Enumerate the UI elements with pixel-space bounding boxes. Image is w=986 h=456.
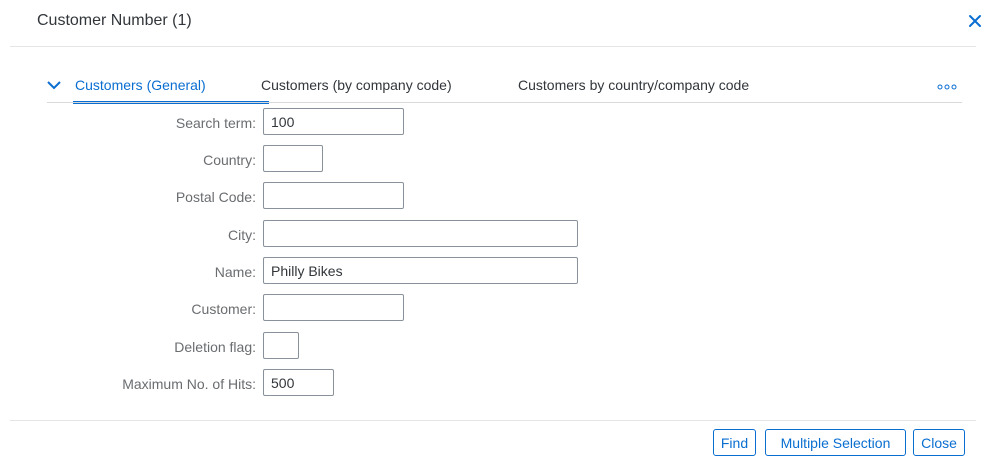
tab-customers-by-company-code[interactable]: Customers (by company code) xyxy=(261,77,452,93)
deletion-flag-label: Deletion flag: xyxy=(174,339,256,355)
country-label: Country: xyxy=(203,152,256,168)
search-term-label: Search term: xyxy=(175,115,256,131)
customer-label: Customer: xyxy=(191,301,256,317)
customer-input[interactable] xyxy=(263,294,404,321)
max-hits-input[interactable] xyxy=(263,369,334,396)
max-hits-label: Maximum No. of Hits: xyxy=(122,376,256,392)
deletion-flag-input[interactable] xyxy=(263,332,299,359)
search-term-input[interactable] xyxy=(263,108,404,135)
find-button[interactable]: Find xyxy=(713,429,756,456)
chevron-down-icon[interactable] xyxy=(47,80,61,90)
city-input[interactable] xyxy=(263,220,578,247)
dialog-title: Customer Number (1) xyxy=(37,12,192,29)
postal-code-label: Postal Code: xyxy=(175,189,256,205)
city-label: City: xyxy=(228,227,256,243)
close-icon[interactable] xyxy=(966,12,984,30)
more-icon[interactable] xyxy=(937,84,957,90)
postal-code-input[interactable] xyxy=(263,182,404,209)
name-input[interactable] xyxy=(263,257,578,284)
multiple-selection-button[interactable]: Multiple Selection xyxy=(765,429,906,456)
tab-bar: Customers (General) Customers (by compan… xyxy=(47,74,962,104)
tab-customers-general[interactable]: Customers (General) xyxy=(75,77,206,93)
tab-bar-divider xyxy=(47,102,962,103)
header-divider xyxy=(10,46,976,47)
close-button[interactable]: Close xyxy=(913,429,965,456)
name-label: Name: xyxy=(214,264,256,280)
tab-customers-by-country-company-code[interactable]: Customers by country/company code xyxy=(518,77,749,93)
footer-divider xyxy=(10,420,976,421)
country-input[interactable] xyxy=(263,145,323,172)
